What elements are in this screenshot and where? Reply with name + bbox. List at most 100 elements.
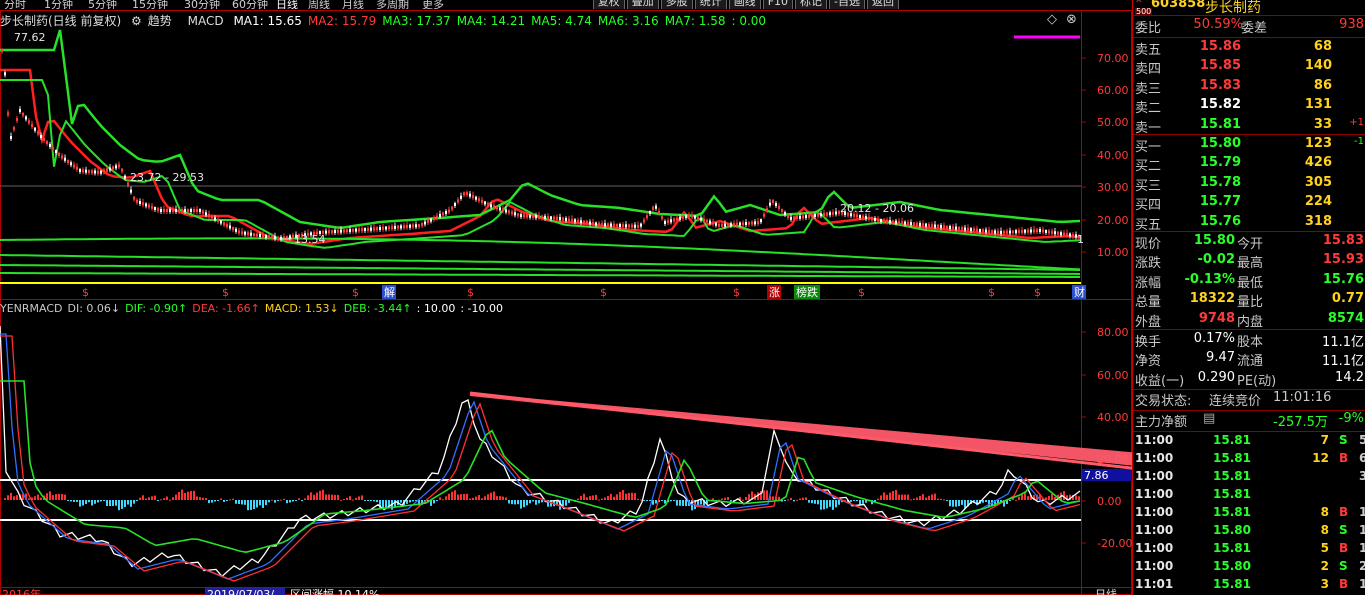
macd-current-value: 7.86 xyxy=(1084,469,1109,482)
event-marker-dollar[interactable]: $ xyxy=(222,286,229,299)
toolbar-button-6[interactable]: 标记 xyxy=(795,0,828,9)
period-tab-9[interactable]: 多周期 xyxy=(376,0,409,9)
price-tick-label: 70.00 xyxy=(1097,52,1129,65)
candlesticks xyxy=(1,48,1080,242)
range-annotation-1: 23.72 - 29.53 xyxy=(130,171,204,184)
macd-value-0: YENRMACD xyxy=(0,302,63,315)
macd-value-2: DIF: -0.90↑ xyxy=(125,302,188,315)
toolbar-button-0[interactable]: 复权 xyxy=(592,0,625,9)
event-marker-dollar[interactable]: $ xyxy=(858,286,865,299)
period-tab-4[interactable]: 30分钟 xyxy=(184,0,220,9)
time-axis: 2016年 2019/07/03/区间涨幅 10.14% 日线 xyxy=(2,587,1117,595)
trade-tick-row: 11:00 15.81 3 xyxy=(1135,469,1365,483)
quote-row: 现价 15.80 今开 15.83 xyxy=(1135,233,1364,252)
event-marker-dollar[interactable]: $ xyxy=(352,286,359,299)
toolbar-button-2[interactable]: 多股 xyxy=(660,0,693,9)
quote-panel: ^ 500 603858 步长制药 委比 50.59% 委差 938 卖五 15.… xyxy=(1132,0,1365,595)
ma-value-6: MA6: 3.16 xyxy=(597,14,659,28)
moving-average-lines xyxy=(0,29,1081,278)
ask-row[interactable]: 卖一 15.81 33 +1 xyxy=(1133,117,1365,136)
macd-tick-label: 0.00 xyxy=(1097,495,1122,508)
event-marker-box-red[interactable]: 涨 xyxy=(769,286,780,299)
period-tab-2[interactable]: 5分钟 xyxy=(88,0,117,9)
period-tab-3[interactable]: 15分钟 xyxy=(132,0,168,9)
period-tab-8[interactable]: 月线 xyxy=(342,0,364,9)
chart-header: 步长制药(日线 前复权) ⚙ 趋势 MACD MA1: 15.65 MA2: 15.… xyxy=(0,12,778,28)
event-marker-dollar[interactable]: $ xyxy=(600,286,607,299)
main-capital-row[interactable]: 主力净额 ▤ -257.5万 -9% xyxy=(1133,411,1365,430)
macd-value-5: DEB: -3.44↑ xyxy=(343,302,412,315)
trend-toggle[interactable]: ⚙ 趋势 xyxy=(131,14,178,28)
bid-row[interactable]: 买三 15.78 305 xyxy=(1133,175,1365,194)
time-axis-cursor-date: 2019/07/03/ xyxy=(207,588,274,595)
macd-tick-label: 80.00 xyxy=(1097,326,1129,339)
bid-row[interactable]: 买五 15.76 318 xyxy=(1133,214,1365,233)
period-tab-6[interactable]: 日线 xyxy=(276,0,298,9)
period-tab-5[interactable]: 60分钟 xyxy=(232,0,268,9)
ask-row[interactable]: 卖三 15.83 86 xyxy=(1133,78,1365,97)
macd-value-7: : -10.00 xyxy=(460,302,503,315)
event-marker-box-green[interactable]: 榜跌 xyxy=(796,285,818,299)
toolbar-button-1[interactable]: 叠加 xyxy=(626,0,659,9)
high-annotation: 77.62 xyxy=(14,31,46,44)
price-axis: 70.00 60.00 50.00 40.00 30.00 20.00 10.00 xyxy=(1081,52,1129,259)
ma-value-1: MA1: 15.65 xyxy=(233,14,302,28)
toolbar-button-7[interactable]: -自选 xyxy=(829,0,865,9)
macd-value-6: : 10.00 xyxy=(416,302,456,315)
period-toolbar: 分时 1分钟 5分钟 15分钟 30分钟 60分钟 日线 周线 月线 多周期 更多 复权 叠加 多股 统计画… xyxy=(0,0,1132,9)
bid-row[interactable]: 买四 15.77 224 xyxy=(1133,194,1365,213)
ask-row[interactable]: 卖二 15.82 131 xyxy=(1133,97,1365,116)
period-tab-0[interactable]: 分时 xyxy=(4,0,26,9)
right-edge-annotation: 1 xyxy=(1077,233,1084,246)
time-axis-start: 2016年 xyxy=(2,587,41,595)
macd-lines xyxy=(0,325,1081,582)
close-icon[interactable]: ⊗ xyxy=(1066,12,1077,27)
toolbar-button-5[interactable]: F10 xyxy=(762,0,794,9)
macd-value-1: DI: 0.06↓ xyxy=(67,302,121,315)
period-tab-7[interactable]: 周线 xyxy=(308,0,330,9)
quote-row: 外盘 9748 内盘 8574 xyxy=(1135,310,1364,330)
ma-value-8: : 0.00 xyxy=(731,14,767,28)
ma-value-4: MA4: 14.21 xyxy=(456,14,526,28)
period-tab-1[interactable]: 1分钟 xyxy=(44,0,73,9)
event-marker-dollar[interactable]: $ xyxy=(467,286,474,299)
trade-tick-row: 11:00 15.81 5 B 1 xyxy=(1135,541,1365,555)
trade-tick-row: 11:00 15.81 12 B 6 xyxy=(1135,451,1365,465)
macd-value-3: DEA: -1.66↑ xyxy=(192,302,260,315)
ask-row[interactable]: 卖五 15.86 68 xyxy=(1133,39,1365,58)
event-marker-dollar[interactable]: $ xyxy=(82,286,89,299)
event-marker-dollar[interactable]: $ xyxy=(988,286,995,299)
finance-row: 净资 9.47 流通 11.1亿 xyxy=(1135,350,1364,370)
event-markers[interactable]: $$$解$$$涨榜跌$$$回财 xyxy=(82,285,1086,299)
list-icon[interactable]: ▤ xyxy=(1203,411,1215,426)
low-annotation: 13.54 xyxy=(294,233,326,246)
toolbar-button-8[interactable]: 返回 xyxy=(867,0,899,9)
finance-row: 收益(一) 0.290 PE(动) 14.2 xyxy=(1135,369,1364,389)
indicator-name[interactable]: MACD xyxy=(188,14,224,28)
toolbar-button-3[interactable]: 统计 xyxy=(694,0,727,9)
trade-tick-row: 11:00 15.80 2 S 2 xyxy=(1135,559,1365,573)
bid-row[interactable]: 买一 15.80 123 -1 xyxy=(1133,136,1365,155)
bid-row[interactable]: 买二 15.79 426 xyxy=(1133,155,1365,174)
trend-arrow-body xyxy=(470,393,1132,466)
toolbar-button-4[interactable]: 画线 xyxy=(728,0,761,9)
trade-tick-row: 11:00 15.81 7 S 5 xyxy=(1135,433,1365,447)
period-tab-10[interactable]: 更多 xyxy=(422,0,444,9)
ma-value-5: MA5: 4.74 xyxy=(531,14,592,28)
event-marker-dollar[interactable]: $ xyxy=(1034,286,1041,299)
trade-tick-row: 11:00 15.81 xyxy=(1135,487,1251,501)
trade-tick-row: 11:00 15.81 8 B 1 xyxy=(1135,505,1365,519)
quote-row: 涨幅 -0.13% 最低 15.76 xyxy=(1135,271,1364,291)
order-ratio-row: 委比 50.59% 委差 938 xyxy=(1135,17,1364,36)
ask-row[interactable]: 卖四 15.85 140 xyxy=(1133,58,1365,77)
price-tick-label: 40.00 xyxy=(1097,149,1129,162)
event-marker-box-blue[interactable]: 财 xyxy=(1074,285,1085,299)
range-annotation-2: 20.12 - 20.06 xyxy=(840,202,914,215)
diamond-icon[interactable]: ◇ xyxy=(1047,12,1057,27)
finance-row: 换手 0.17% 股本 11.1亿 xyxy=(1135,331,1364,350)
event-marker-dollar[interactable]: $ xyxy=(733,286,740,299)
macd-tick-label: 60.00 xyxy=(1097,369,1129,382)
price-tick-label: 60.00 xyxy=(1097,84,1129,97)
macd-histogram xyxy=(4,489,1080,511)
event-marker-box-blue[interactable]: 解 xyxy=(384,285,395,299)
